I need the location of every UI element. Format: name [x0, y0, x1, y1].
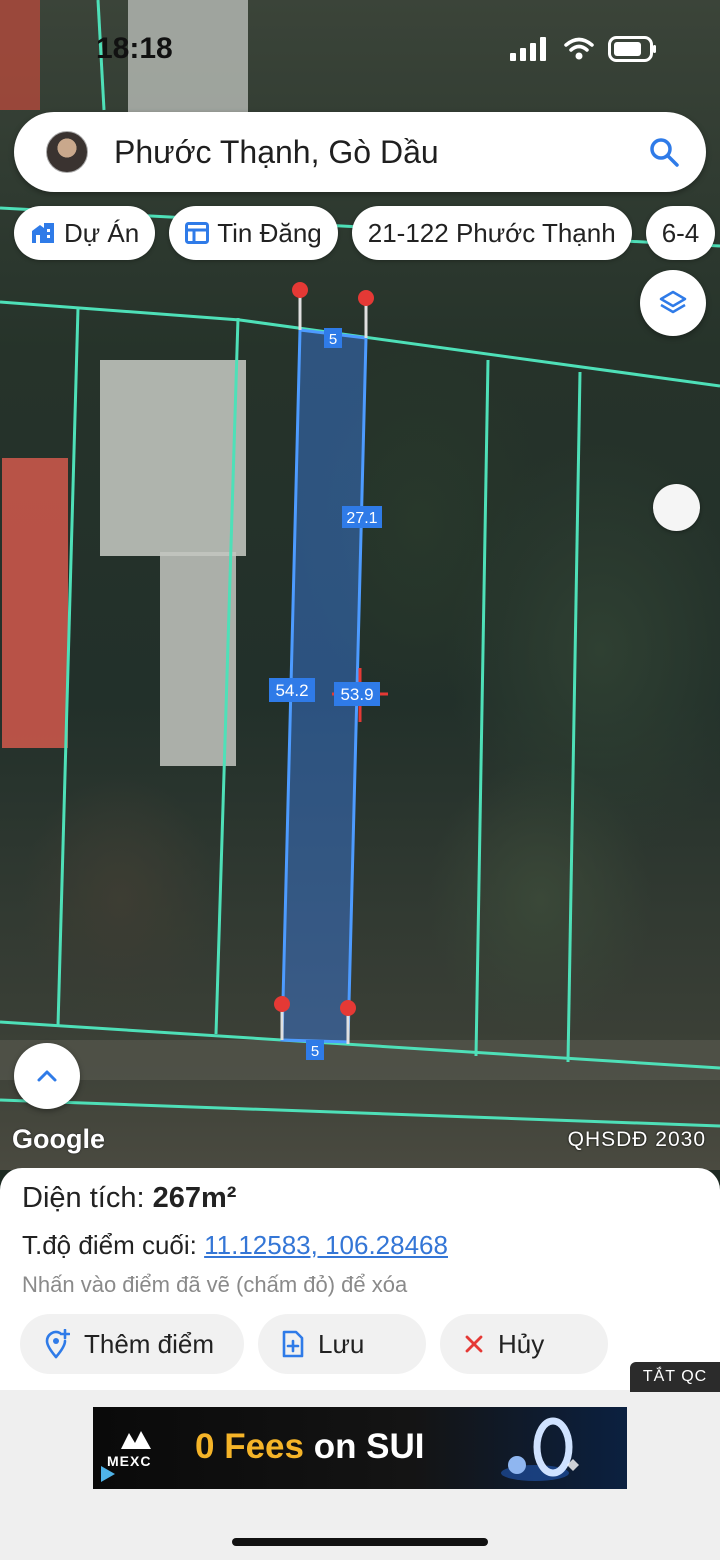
project-icon: [32, 223, 54, 243]
chip-du-an[interactable]: Dự Án: [14, 206, 156, 260]
expand-up-button[interactable]: [14, 1043, 80, 1109]
wifi-icon: [564, 37, 594, 60]
chevron-up-icon: [37, 1070, 57, 1082]
save-label: Lưu: [318, 1328, 365, 1359]
svg-text:5: 5: [311, 1043, 319, 1060]
measure-label-bottom: 5: [306, 1040, 324, 1060]
add-point-label: Thêm điểm: [84, 1328, 215, 1359]
building: [100, 360, 246, 556]
listing-icon: [185, 222, 210, 244]
coin-graphic-icon: [501, 1417, 579, 1481]
save-file-icon: [282, 1330, 304, 1358]
search-bar[interactable]: Phước Thạnh, Gò Dầu: [14, 112, 706, 192]
layers-button[interactable]: [640, 270, 706, 336]
area-label: Diện tích:: [22, 1182, 145, 1214]
svg-text:5: 5: [329, 331, 337, 348]
svg-text:53.9: 53.9: [340, 685, 373, 704]
home-indicator[interactable]: [232, 1538, 488, 1546]
cancel-label: Hủy: [498, 1328, 545, 1359]
add-location-icon: [45, 1329, 70, 1359]
area-value: 267m²: [152, 1182, 237, 1214]
save-button[interactable]: Lưu: [258, 1314, 426, 1374]
hint-text: Nhấn vào điểm đã vẽ (chấm đỏ) để xóa: [22, 1272, 408, 1297]
chip-label: 6-4: [661, 217, 700, 248]
search-icon[interactable]: [648, 136, 680, 168]
map-layer-label: QHSDĐ 2030: [567, 1128, 706, 1151]
measure-label-right: 53.9: [334, 682, 380, 706]
ad-headline-highlight: 0 Fees: [195, 1427, 304, 1466]
coord-label: T.độ điểm cuối:: [22, 1230, 197, 1260]
measure-label-left: 54.2: [269, 678, 315, 702]
measurement-panel: Diện tích: 267m² T.độ điểm cuối: 11.1258…: [0, 1168, 720, 1390]
status-icons: [510, 36, 658, 62]
svg-text:27.1: 27.1: [346, 510, 377, 527]
ad-headline-rest: on SUI: [313, 1427, 425, 1466]
ad-headline: 0 Fees on SUI: [195, 1427, 425, 1467]
chip-tin-dang[interactable]: Tin Đăng: [169, 206, 338, 260]
signal-icon: [510, 37, 546, 61]
chip-label: Tin Đăng: [217, 217, 322, 248]
building: [0, 0, 40, 110]
svg-text:54.2: 54.2: [275, 681, 308, 700]
google-logo: Google: [12, 1124, 105, 1154]
coordinate-info: T.độ điểm cuối: 11.12583, 106.28468: [22, 1230, 448, 1261]
marker-pin[interactable]: [292, 282, 308, 330]
building: [2, 458, 68, 748]
marker-pin[interactable]: [358, 290, 374, 338]
filter-chips: Dự Án Tin Đăng 21-122 Phước Thạnh 6-4: [14, 206, 716, 260]
ad-choices-icon[interactable]: [95, 1462, 119, 1486]
ad-banner[interactable]: MEXC 0 Fees on SUI: [93, 1407, 627, 1489]
action-buttons: Thêm điểm Lưu Hủy: [20, 1314, 608, 1374]
measure-label-right-upper: 27.1: [342, 506, 382, 528]
coord-link[interactable]: 11.12583, 106.28468: [204, 1230, 448, 1260]
chip-label: 21-122 Phước Thạnh: [367, 217, 616, 248]
close-ad-button[interactable]: TẮT QC: [630, 1362, 720, 1392]
battery-icon: [608, 36, 656, 62]
chip-label: Dự Án: [64, 217, 140, 248]
add-point-button[interactable]: Thêm điểm: [20, 1314, 244, 1374]
brand-logo-icon: [121, 1431, 151, 1449]
opacity-slider-knob[interactable]: [653, 484, 700, 531]
chip-parcel-2[interactable]: 6-4: [645, 206, 716, 260]
status-time: 18:18: [96, 32, 173, 65]
close-icon: [465, 1335, 483, 1353]
area-info: Diện tích: 267m²: [22, 1182, 236, 1215]
avatar[interactable]: [46, 131, 88, 173]
layers-icon: [659, 290, 687, 314]
cancel-button[interactable]: Hủy: [440, 1314, 608, 1374]
measure-label-top: 5: [324, 328, 342, 348]
search-input[interactable]: Phước Thạnh, Gò Dầu: [114, 134, 648, 171]
chip-parcel[interactable]: 21-122 Phước Thạnh: [351, 206, 632, 260]
